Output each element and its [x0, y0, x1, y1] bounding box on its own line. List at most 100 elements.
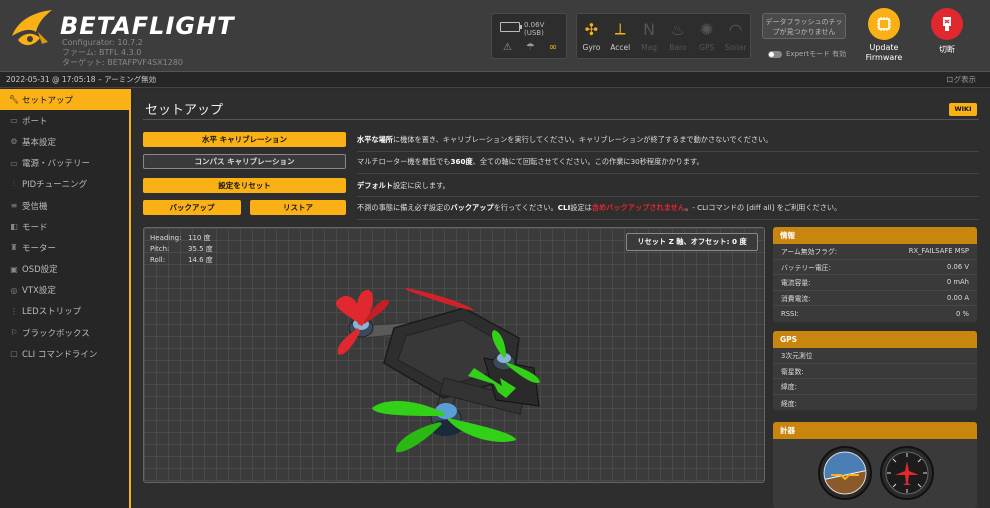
update-firmware-button[interactable]: Update Firmware — [861, 8, 907, 63]
backup-desc-bold2: CLI — [557, 203, 571, 212]
backup-desc-1: 不測の事態に備え必ず設定の — [357, 203, 451, 212]
sidebar-item-label: CLI コマンドライン — [22, 349, 98, 360]
sidebar-item-vtx[interactable]: ◎ VTX設定 — [0, 280, 129, 301]
calibrate-accel-desc-text: に機体を置き、キャリブレーションを実行してください。キャリブレーションが終了する… — [392, 135, 773, 144]
calibrate-accelerometer-button[interactable]: 水平 キャリブレーション — [143, 132, 346, 147]
sidebar-item-label: OSD設定 — [22, 265, 58, 276]
info-label: バッテリー電圧: — [781, 263, 831, 272]
sensor-accel-label: Accel — [610, 43, 631, 52]
quadcopter-model-icon — [336, 288, 540, 453]
sidebar-item-motors[interactable]: ♜ モーター — [0, 237, 129, 258]
reset-desc-text: 設定に戻します。 — [392, 181, 450, 190]
sensor-sonar: ◠ Sonar — [721, 14, 750, 58]
restore-button[interactable]: リストア — [250, 200, 346, 215]
sensor-accel: ⟂ Accel — [606, 14, 635, 58]
cli-icon: ▢ — [10, 349, 18, 359]
attitude-indicator-icon — [818, 446, 872, 500]
sidebar-item-led-strip[interactable]: ⋮ LEDストリップ — [0, 301, 129, 322]
divider — [357, 151, 979, 152]
reset-settings-description: デフォルト設定に戻します。 — [357, 178, 450, 193]
disconnect-button[interactable]: 切断 — [926, 8, 968, 55]
motor-icon: ♜ — [10, 243, 18, 253]
arming-status: アーミング無効 — [104, 75, 157, 84]
sidebar-item-cli[interactable]: ▢ CLI コマンドライン — [0, 343, 129, 364]
sidebar-item-label: モーター — [22, 243, 57, 254]
sidebar-item-pid-tuning[interactable]: ⫶ PIDチューニング — [0, 174, 129, 195]
modes-icon: ◧ — [10, 222, 18, 232]
baro-icon: ♨ — [670, 19, 686, 39]
backup-desc-2: を行ってください。 — [493, 203, 558, 212]
divider — [357, 173, 979, 174]
wiki-button[interactable]: WIKI — [949, 103, 977, 116]
gps-label: 経度: — [781, 399, 797, 408]
status-datetime: 2022-05-31 @ 17:05:18 — [6, 75, 96, 84]
sensor-baro: ♨ Baro — [663, 14, 692, 58]
info-panel: 情報 アーム無効フラグ: RX_FAILSAFE MSP バッテリー電圧: 0.06… — [773, 227, 977, 322]
info-row-current: 消費電流: 0.00 A — [773, 291, 977, 307]
sensor-sonar-label: Sonar — [724, 43, 747, 52]
sidebar-item-label: 電源・バッテリー — [22, 159, 91, 170]
sidebar-item-setup[interactable]: 🔧︎ セットアップ — [0, 89, 129, 111]
info-row-capacity: 電流容量: 0 mAh — [773, 275, 977, 291]
expert-mode[interactable]: Expertモード 有効 — [768, 49, 846, 59]
wrench-icon: 🔧︎ — [8, 95, 20, 105]
page-title: セットアップ — [145, 103, 224, 118]
instruments-panel: 計器 — [773, 422, 977, 508]
expert-mode-toggle[interactable] — [768, 50, 782, 58]
model-3d-view[interactable]: Heading: 110 度 Pitch: 35.5 度 Roll: 14.6 度 リ… — [143, 227, 765, 483]
info-value: RX_FAILSAFE MSP — [908, 247, 969, 256]
gear-icon: ⚙ — [10, 137, 18, 147]
warning-icon: ⚠ — [502, 42, 512, 53]
calibrate-accelerometer-description: 水平な場所に機体を置き、キャリブレーションを実行してください。キャリブレーション… — [357, 132, 772, 147]
sidebar-item-power[interactable]: ▭ 電源・バッテリー — [0, 153, 129, 174]
flash-chip-notice[interactable]: データフラッシュのチップが見つかりません — [762, 13, 846, 39]
sidebar-item-ports[interactable]: ▭ ポート — [0, 110, 129, 131]
battery-icon — [500, 22, 522, 32]
info-value: 0.06 V — [947, 262, 969, 271]
gps-label: 3次元測位 — [781, 352, 813, 361]
header: BETAFLIGHT Configurator: 10.7.2 ファーム: BT… — [0, 0, 990, 72]
sensor-status: ✣ Gyro ⟂ Accel N Mag ♨ Baro ✺ GPS ◠ Sona… — [576, 13, 751, 59]
configurator-version: Configurator: 10.7.2 — [62, 38, 143, 47]
sidebar-item-modes[interactable]: ◧ モード — [0, 216, 129, 237]
calibrate-mag-desc-bold: 360度 — [450, 157, 473, 166]
info-label: RSSI: — [781, 310, 799, 319]
info-label: アーム無効フラグ: — [781, 248, 838, 257]
reset-settings-button[interactable]: 設定をリセット — [143, 178, 346, 193]
sidebar-item-label: PIDチューニング — [22, 180, 88, 191]
gps-row-longitude: 経度: — [773, 395, 977, 411]
ports-icon: ▭ — [10, 116, 18, 126]
gps-panel-title: GPS — [773, 331, 977, 348]
gps-row-3d-fix: 3次元測位 — [773, 348, 977, 364]
calibrate-mag-desc-1: マルチローター機を最低でも — [357, 157, 451, 166]
accel-icon: ⟂ — [614, 19, 626, 38]
sidebar-item-osd[interactable]: ▣ OSD設定 — [0, 259, 129, 280]
led-icon: ⋮ — [10, 306, 18, 316]
backup-desc-4: 。- CLIコマンドの [diff all] をご利用ください。 — [685, 203, 842, 212]
osd-icon: ▣ — [10, 264, 18, 274]
update-firmware-label-1: Update — [869, 43, 899, 52]
backup-description: 不測の事態に備え必ず設定のバックアップを行ってください。CLI設定は含めバックア… — [357, 200, 841, 215]
link-icon: ∞ — [548, 42, 558, 53]
sidebar-item-blackbox[interactable]: ⚐ ブラックボックス — [0, 322, 129, 343]
backup-button[interactable]: バックアップ — [143, 200, 241, 215]
calibrate-magnetometer-button[interactable]: コンパス キャリブレーション — [143, 154, 346, 169]
battery-voltage: 0.06V (USB) — [524, 21, 545, 37]
sidebar-item-label: ポート — [22, 116, 48, 127]
gps-row-latitude: 緯度: — [773, 379, 977, 395]
title-divider — [143, 119, 979, 120]
calibrate-mag-desc-2: 、全ての軸にて回転させてください。この作業に30秒程度かかります。 — [472, 157, 704, 166]
receiver-icon: ≡ — [10, 201, 18, 211]
sidebar-item-receiver[interactable]: ≡ 受信機 — [0, 195, 129, 216]
sidebar-item-configuration[interactable]: ⚙ 基本設定 — [0, 131, 129, 152]
sensor-baro-label: Baro — [669, 43, 687, 52]
brand-beta: BETA — [60, 12, 132, 40]
reset-desc-bold: デフォルト — [357, 181, 393, 190]
mag-icon: N — [643, 19, 656, 39]
target-name: ターゲット: BETAFPVF4SX1280 — [62, 58, 184, 67]
connection-status: 0.06V (USB) ⚠ ☂ ∞ — [491, 13, 567, 59]
show-log-button[interactable]: ログ表示 — [946, 72, 976, 88]
sensor-gyro: ✣ Gyro — [577, 14, 606, 58]
divider — [357, 219, 979, 220]
backup-warning-text: 含めバックアップされません — [591, 203, 686, 212]
